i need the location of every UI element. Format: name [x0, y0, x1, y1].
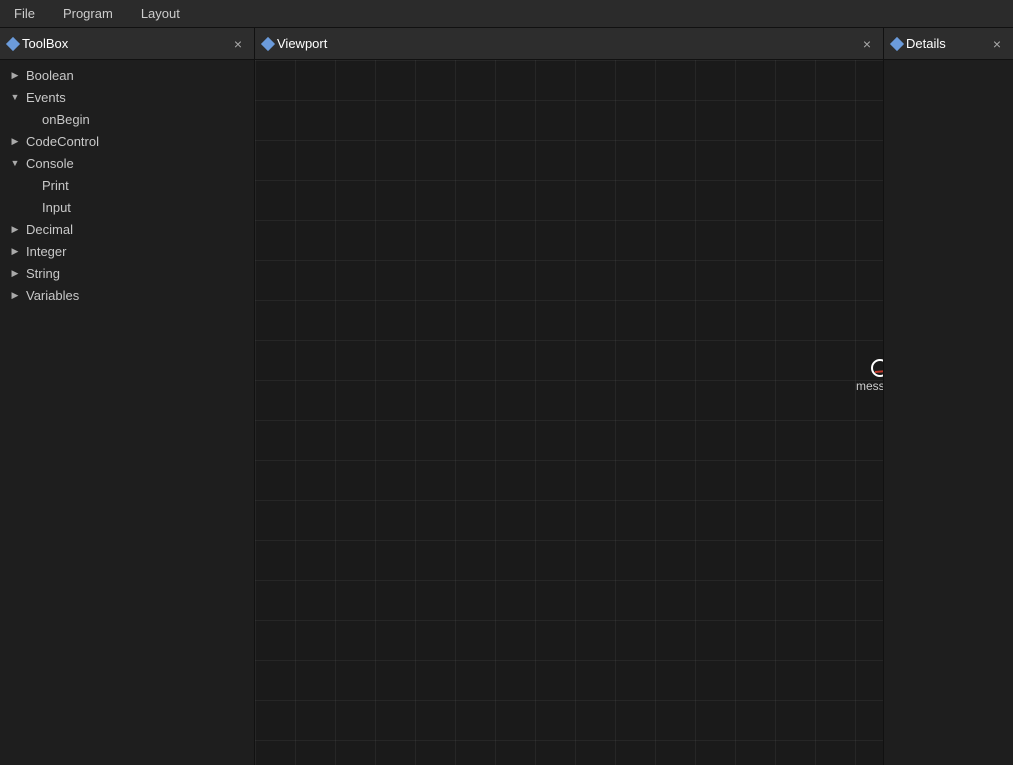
toolbox-panel: ToolBox × Boolean Events onBegin CodeContro…: [0, 28, 255, 765]
arrow-icon-console: [8, 156, 22, 170]
viewport-header: Viewport ×: [255, 28, 883, 60]
tree-item-input[interactable]: Input: [0, 196, 254, 218]
details-close-button[interactable]: ×: [989, 34, 1005, 54]
toolbox-close-button[interactable]: ×: [230, 34, 246, 54]
arrow-icon-decimal: [8, 222, 22, 236]
tree-item-decimal[interactable]: Decimal: [0, 218, 254, 240]
details-panel: Details ×: [883, 28, 1013, 765]
tree-label-onbegin: onBegin: [42, 112, 90, 127]
connections-svg: [255, 60, 883, 765]
arrow-icon-codecontrol: [8, 134, 22, 148]
tree-item-print-tree[interactable]: Print: [0, 174, 254, 196]
tree-item-codecontrol[interactable]: CodeControl: [0, 130, 254, 152]
viewport-canvas[interactable]: exec Print exec onBe... message: [255, 60, 883, 765]
toolbox-diamond-icon: [6, 36, 20, 50]
viewport-panel: Viewport × exec: [255, 28, 883, 765]
menu-bar: File Program Layout: [0, 0, 1013, 28]
tree-label-events: Events: [26, 90, 66, 105]
tree-label-decimal: Decimal: [26, 222, 73, 237]
tree-item-string[interactable]: String: [0, 262, 254, 284]
tree-item-boolean[interactable]: Boolean: [0, 64, 254, 86]
menu-program[interactable]: Program: [57, 4, 119, 23]
tree-label-string: String: [26, 266, 60, 281]
toolbox-tree: Boolean Events onBegin CodeControl Console Pr…: [0, 60, 254, 765]
viewport-close-button[interactable]: ×: [859, 34, 875, 54]
main-area: ToolBox × Boolean Events onBegin CodeContro…: [0, 28, 1013, 765]
arrow-icon-events: [8, 90, 22, 104]
menu-file[interactable]: File: [8, 4, 41, 23]
toolbox-title: ToolBox: [22, 36, 68, 51]
details-header: Details ×: [884, 28, 1013, 60]
viewport-header-title: Viewport: [263, 36, 859, 51]
tree-label-boolean: Boolean: [26, 68, 74, 83]
arrow-icon-variables: [8, 288, 22, 302]
toolbox-header-title: ToolBox: [8, 36, 230, 51]
viewport-title: Viewport: [277, 36, 327, 51]
tree-item-integer[interactable]: Integer: [0, 240, 254, 262]
tree-item-console[interactable]: Console: [0, 152, 254, 174]
details-title: Details: [906, 36, 946, 51]
tree-label-codecontrol: CodeControl: [26, 134, 99, 149]
tree-label-input: Input: [42, 200, 71, 215]
arrow-icon-boolean: [8, 68, 22, 82]
viewport-diamond-icon: [261, 36, 275, 50]
arrow-icon-integer: [8, 244, 22, 258]
message-node[interactable]: message: [856, 359, 883, 393]
menu-layout[interactable]: Layout: [135, 4, 186, 23]
tree-item-variables[interactable]: Variables: [0, 284, 254, 306]
message-circle-icon: [871, 359, 883, 377]
tree-item-events[interactable]: Events: [0, 86, 254, 108]
viewport-area: Viewport × exec: [255, 28, 883, 765]
arrow-icon-string: [8, 266, 22, 280]
tree-label-print-tree: Print: [42, 178, 69, 193]
tree-item-onbegin[interactable]: onBegin: [0, 108, 254, 130]
tree-label-console: Console: [26, 156, 74, 171]
tree-label-variables: Variables: [26, 288, 79, 303]
message-label: message: [856, 379, 883, 393]
toolbox-header: ToolBox ×: [0, 28, 254, 60]
details-header-title: Details: [892, 36, 989, 51]
details-diamond-icon: [890, 36, 904, 50]
tree-label-integer: Integer: [26, 244, 66, 259]
